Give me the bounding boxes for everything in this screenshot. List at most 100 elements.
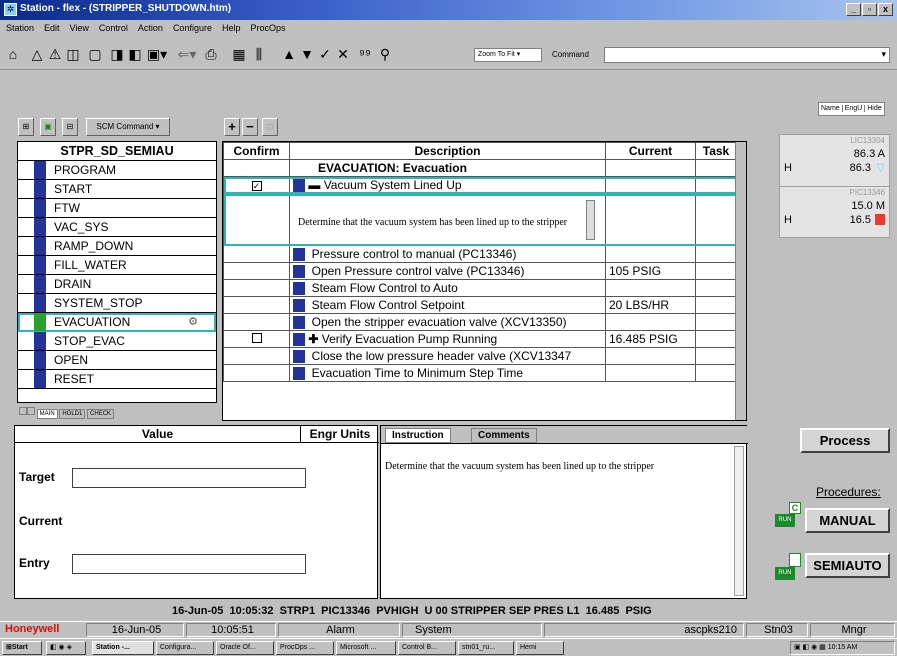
manual-button[interactable]: MANUAL xyxy=(805,508,890,533)
step-item[interactable]: STOP_EVAC xyxy=(18,332,216,351)
task-stn01[interactable]: stn01_ru... xyxy=(458,641,514,655)
command-input[interactable]: ▾ xyxy=(604,47,890,63)
step-item[interactable]: START xyxy=(18,180,216,199)
step-item[interactable]: FILL_WATER xyxy=(18,256,216,275)
table-row[interactable]: Steam Flow Control Setpoint 20 LBS/HR xyxy=(223,296,737,314)
acknowledge-icon[interactable]: ✓ xyxy=(318,47,332,63)
step-item[interactable]: RAMP_DOWN xyxy=(18,237,216,256)
step-item[interactable]: EVACUATION ⚙ xyxy=(18,313,216,332)
edit-step-icon[interactable]: ◻ xyxy=(262,118,278,136)
target-input[interactable] xyxy=(72,468,306,488)
cancel-icon[interactable]: ✕ xyxy=(336,47,350,63)
semiauto-button[interactable]: SEMIAUTO xyxy=(805,553,890,578)
tab-main[interactable]: MAIN xyxy=(36,409,58,419)
menu-configure[interactable]: Configure xyxy=(167,21,216,33)
engu-button[interactable]: EngU xyxy=(842,105,866,112)
back-icon[interactable]: ⇐▾ xyxy=(176,47,198,63)
menu-control[interactable]: Control xyxy=(93,21,132,33)
step-item[interactable]: OPEN xyxy=(18,351,216,370)
note-scrollbar[interactable] xyxy=(586,200,595,240)
minimize-button[interactable]: _ xyxy=(846,3,861,16)
task-configuration[interactable]: Configura... xyxy=(156,641,214,655)
trend-icon[interactable]: ▣▾ xyxy=(146,47,168,63)
search-icon[interactable]: ⚲ xyxy=(378,47,392,63)
collapse-icon[interactable]: ▬ xyxy=(308,178,320,192)
scm-command-button[interactable]: SCM Command ▾ xyxy=(86,118,170,136)
display-icon[interactable]: ▢ xyxy=(88,47,102,63)
sfc-tool-3-icon[interactable]: ⊟ xyxy=(62,118,78,136)
table-row[interactable]: Close the low pressure header valve (XCV… xyxy=(223,347,737,365)
step-item[interactable]: RESET xyxy=(18,370,216,389)
menu-help[interactable]: Help xyxy=(216,21,245,33)
start-button[interactable]: ⊞Start xyxy=(2,641,42,655)
menu-procops[interactable]: ProcOps xyxy=(244,21,289,33)
process-button[interactable]: Process xyxy=(800,428,890,453)
table-row[interactable]: Steam Flow Control to Auto xyxy=(223,279,737,297)
task-procops[interactable]: ProcOps ... xyxy=(276,641,334,655)
lower-icon[interactable]: ▼ xyxy=(300,47,314,63)
table-row[interactable]: Pressure control to manual (PC13346) xyxy=(223,245,737,263)
bars-icon[interactable]: ⫼ xyxy=(252,47,266,63)
table-row[interactable]: EVACUATION: Evacuation xyxy=(223,159,737,177)
step-indicator xyxy=(293,333,305,347)
sfc-tool-1-icon[interactable]: ⊞ xyxy=(18,118,34,136)
task-oracle[interactable]: Oracle Of... xyxy=(216,641,274,655)
hide-button[interactable]: Hide xyxy=(865,105,883,112)
sfc-tool-2-icon[interactable]: ▣ xyxy=(40,118,56,136)
add-step-button[interactable]: + xyxy=(224,118,240,136)
step-item[interactable]: VAC_SYS xyxy=(18,218,216,237)
raise-icon[interactable]: ▲ xyxy=(282,47,296,63)
alarm-line[interactable]: 16-Jun-05 10:05:32 STRP1 PIC13346 PVHIGH… xyxy=(0,602,897,620)
maximize-button[interactable]: ▫ xyxy=(862,3,877,16)
faceplate-lic13304[interactable]: LIC13304 86.3 A H 86.3 ▽ xyxy=(779,134,890,192)
zoom-select[interactable]: Zoom To Fit ▾ xyxy=(474,48,542,62)
menu-view[interactable]: View xyxy=(64,21,93,33)
task-control-builder[interactable]: Control B... xyxy=(398,641,456,655)
procedures-link[interactable]: Procedures: xyxy=(816,485,881,499)
confirm-checkbox[interactable] xyxy=(251,333,262,343)
system-indicator[interactable]: System xyxy=(402,623,542,637)
task-microsoft[interactable]: Microsoft ... xyxy=(336,641,396,655)
step-item[interactable]: SYSTEM_STOP xyxy=(18,294,216,313)
grid-scrollbar[interactable] xyxy=(735,142,746,420)
print-icon[interactable]: ⎙ xyxy=(204,47,218,63)
home-icon[interactable]: ⌂ xyxy=(6,47,20,63)
summary-icon[interactable]: ⚠ xyxy=(48,47,62,63)
name-button[interactable]: Name xyxy=(819,105,843,112)
instruction-scrollbar[interactable] xyxy=(734,446,744,596)
table-row[interactable]: Open the stripper evacuation valve (XCV1… xyxy=(223,313,737,331)
task-station[interactable]: Station -... xyxy=(92,641,154,655)
faceplate-icon[interactable]: ▦ xyxy=(232,47,246,63)
faceplate-pic13346[interactable]: PIC13346 15.0 M H 16.5 xyxy=(779,186,890,238)
detail-icon[interactable]: ◨ xyxy=(110,47,124,63)
remove-step-button[interactable]: − xyxy=(242,118,258,136)
system-icon[interactable]: ◫ xyxy=(66,47,80,63)
entry-input[interactable] xyxy=(72,554,306,574)
tab-instruction[interactable]: Instruction xyxy=(385,428,451,443)
step-item[interactable]: FTW xyxy=(18,199,216,218)
menu-action[interactable]: Action xyxy=(132,21,167,33)
tab-comments[interactable]: Comments xyxy=(471,428,537,443)
chevron-down-icon[interactable]: ▾ xyxy=(881,49,886,60)
task-hemi[interactable]: Hemi xyxy=(516,641,564,655)
tab-scroll-right-icon[interactable] xyxy=(27,407,35,415)
tab-hold1[interactable]: HOLD1 xyxy=(59,409,86,419)
expand-icon[interactable]: ✚ xyxy=(305,332,322,346)
tab-scroll-left-icon[interactable] xyxy=(19,407,27,415)
table-row[interactable]: Evacuation Time to Minimum Step Time xyxy=(223,364,737,382)
step-item[interactable]: PROGRAM xyxy=(18,161,216,180)
quick-launch[interactable]: ◧ ◉ ◈ xyxy=(46,641,86,655)
group-icon[interactable]: ◧ xyxy=(128,47,142,63)
menu-edit[interactable]: Edit xyxy=(38,21,64,33)
tab-check[interactable]: CHECK xyxy=(87,409,115,419)
alarm-indicator[interactable]: Alarm xyxy=(278,623,400,637)
menu-station[interactable]: Station xyxy=(0,21,38,33)
alarm-triangle-icon[interactable]: △ xyxy=(30,47,44,63)
zoom-text-icon[interactable]: ⁹⁹ xyxy=(356,47,374,63)
step-item[interactable]: DRAIN xyxy=(18,275,216,294)
table-row[interactable]: ✓ ▬ Vacuum System Lined Up xyxy=(223,176,737,194)
close-button[interactable]: x xyxy=(878,3,893,16)
table-row[interactable]: ✚ Verify Evacuation Pump Running 16.485 P… xyxy=(223,330,737,348)
confirm-checkbox[interactable]: ✓ xyxy=(251,181,262,191)
table-row[interactable]: Open Pressure control valve (PC13346) 105… xyxy=(223,262,737,280)
